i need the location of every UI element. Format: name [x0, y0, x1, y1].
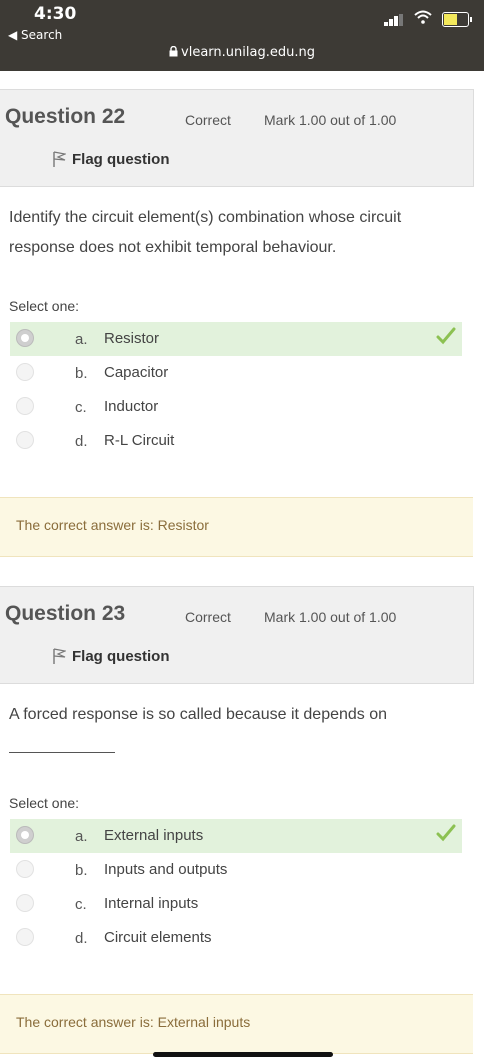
select-one-label: Select one:: [9, 795, 80, 811]
flag-label: Flag question: [72, 648, 170, 665]
question-number: Question 23: [5, 602, 126, 625]
answer-option[interactable]: d. R-L Circuit: [10, 424, 462, 458]
option-letter: a.: [75, 828, 88, 845]
radio-icon[interactable]: [16, 826, 34, 844]
clock: 4:30: [34, 4, 77, 24]
question-text-wrapper: A forced response is so called because i…: [9, 700, 469, 753]
option-text: External inputs: [104, 827, 204, 844]
option-text: Internal inputs: [104, 895, 199, 912]
option-letter: c.: [75, 399, 87, 416]
option-text: Inductor: [104, 398, 159, 415]
question-header: Question 23 Correct Mark 1.00 out of 1.0…: [0, 586, 474, 684]
browser-status-bar: 4:30 ◀ Search vlearn.unilag.edu.ng: [0, 0, 484, 71]
select-one-label: Select one:: [9, 298, 80, 314]
feedback-box: The correct answer is: Resistor: [0, 497, 473, 557]
answer-option[interactable]: b. Capacitor: [10, 356, 462, 390]
answer-option[interactable]: b. Inputs and outputs: [10, 853, 462, 887]
back-to-search-link[interactable]: ◀ Search: [8, 28, 62, 42]
url-text: vlearn.unilag.edu.ng: [181, 45, 315, 60]
radio-icon[interactable]: [16, 363, 34, 381]
answer-option[interactable]: a. Resistor: [10, 322, 462, 356]
radio-icon[interactable]: [16, 329, 34, 347]
answer-option[interactable]: c. Inductor: [10, 390, 462, 424]
radio-icon[interactable]: [16, 397, 34, 415]
radio-icon[interactable]: [16, 928, 34, 946]
home-indicator[interactable]: [153, 1052, 333, 1057]
correct-answer-text: The correct answer is: Resistor: [16, 517, 209, 533]
answer-option[interactable]: d. Circuit elements: [10, 921, 462, 955]
signal-icon: [384, 14, 403, 26]
flag-question-button[interactable]: Flag question: [52, 150, 170, 168]
question-state: Correct: [185, 609, 231, 625]
feedback-box: The correct answer is: External inputs: [0, 994, 473, 1054]
option-letter: c.: [75, 896, 87, 913]
question-state: Correct: [185, 112, 231, 128]
battery-icon: [442, 12, 472, 27]
checkmark-icon: [436, 824, 456, 842]
question-text: Identify the circuit element(s) combinat…: [9, 209, 402, 256]
radio-icon[interactable]: [16, 431, 34, 449]
correct-answer-text: The correct answer is: External inputs: [16, 1014, 251, 1030]
answer-option[interactable]: a. External inputs: [10, 819, 462, 853]
option-text: Capacitor: [104, 364, 169, 381]
answer-option[interactable]: c. Internal inputs: [10, 887, 462, 921]
option-letter: a.: [75, 331, 88, 348]
flag-icon: [53, 151, 66, 167]
question-mark: Mark 1.00 out of 1.00: [264, 112, 397, 128]
flag-label: Flag question: [72, 151, 170, 168]
flag-icon: [53, 648, 66, 664]
option-text: R-L Circuit: [104, 432, 175, 449]
question-header: Question 22 Correct Mark 1.00 out of 1.0…: [0, 89, 474, 187]
radio-icon[interactable]: [16, 860, 34, 878]
option-letter: b.: [75, 862, 88, 879]
checkmark-icon: [436, 327, 456, 345]
lock-icon: [169, 45, 178, 57]
address-bar[interactable]: vlearn.unilag.edu.ng: [0, 45, 484, 60]
flag-question-button[interactable]: Flag question: [52, 647, 170, 665]
option-text: Circuit elements: [104, 929, 212, 946]
option-text: Inputs and outputs: [104, 861, 228, 878]
option-letter: d.: [75, 930, 88, 947]
radio-icon[interactable]: [16, 894, 34, 912]
question-mark: Mark 1.00 out of 1.00: [264, 609, 397, 625]
option-letter: b.: [75, 365, 88, 382]
option-letter: d.: [75, 433, 88, 450]
answer-blank: [9, 730, 115, 753]
wifi-icon: [414, 10, 432, 24]
option-text: Resistor: [104, 330, 160, 347]
question-text: A forced response is so called because i…: [9, 706, 388, 723]
question-number: Question 22: [5, 105, 126, 128]
